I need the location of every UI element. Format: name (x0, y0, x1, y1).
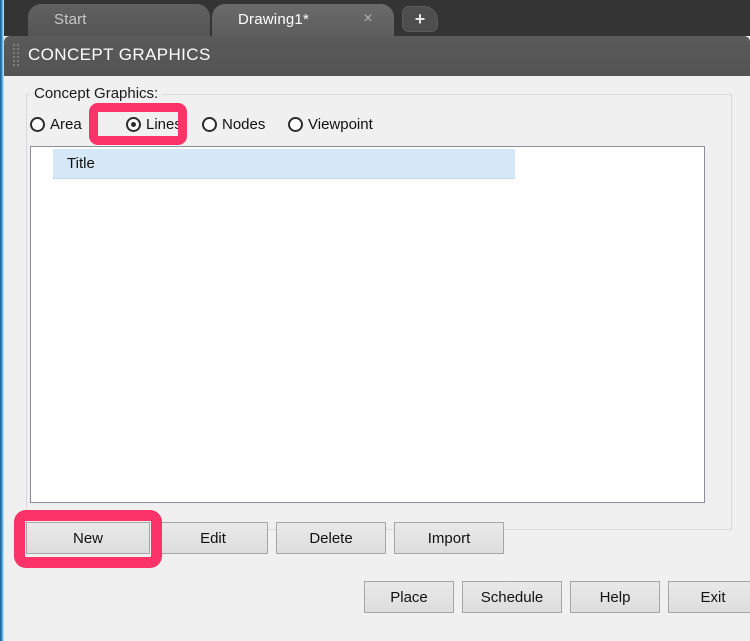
place-button[interactable]: Place (364, 581, 454, 613)
radio-circle-viewpoint[interactable] (288, 116, 303, 132)
group-box-label: Concept Graphics: (30, 85, 163, 102)
import-button[interactable]: Import (394, 522, 504, 554)
left-accent-edge (0, 0, 4, 641)
drag-grip-icon[interactable] (13, 44, 20, 68)
radio-label-nodes: Nodes (222, 115, 266, 133)
radio-circle-area[interactable] (30, 116, 45, 132)
radio-option-area[interactable]: Area (30, 112, 82, 136)
radio-label-area: Area (50, 115, 82, 133)
page-title: CONCEPT GRAPHICS (28, 45, 211, 64)
radio-circle-nodes[interactable] (202, 116, 217, 132)
edit-button[interactable]: Edit (158, 522, 268, 554)
tab-start[interactable]: Start (28, 4, 210, 36)
tab-drawing1-label: Drawing1* (238, 11, 309, 28)
panel-title-bar: CONCEPT GRAPHICS (4, 36, 750, 76)
radio-label-lines: Lines (146, 115, 182, 133)
tab-strip: Start Drawing1* × + (0, 0, 750, 36)
list-header-row: Title (31, 147, 704, 179)
exit-button[interactable]: Exit (668, 581, 750, 613)
delete-button[interactable]: Delete (276, 522, 386, 554)
radio-option-viewpoint[interactable]: Viewpoint (288, 112, 373, 136)
radio-option-nodes[interactable]: Nodes (202, 112, 265, 136)
schedule-button[interactable]: Schedule (462, 581, 562, 613)
list-column-header-title[interactable]: Title (53, 149, 515, 179)
dialog-body: Concept Graphics: Area Lines Nodes Viewp… (4, 76, 750, 641)
radio-circle-lines[interactable] (126, 116, 141, 132)
list-column-header-title-label: Title (67, 155, 95, 172)
help-button[interactable]: Help (570, 581, 660, 613)
plus-icon: + (414, 9, 426, 29)
add-tab-button[interactable]: + (402, 6, 438, 32)
new-button[interactable]: New (26, 522, 150, 554)
radio-option-lines[interactable]: Lines (126, 112, 182, 136)
tab-drawing1[interactable]: Drawing1* × (212, 4, 394, 36)
tab-start-label: Start (54, 11, 87, 28)
concept-graphics-list[interactable]: Title (30, 146, 705, 503)
radio-label-viewpoint: Viewpoint (308, 115, 373, 133)
close-icon[interactable]: × (360, 11, 376, 27)
